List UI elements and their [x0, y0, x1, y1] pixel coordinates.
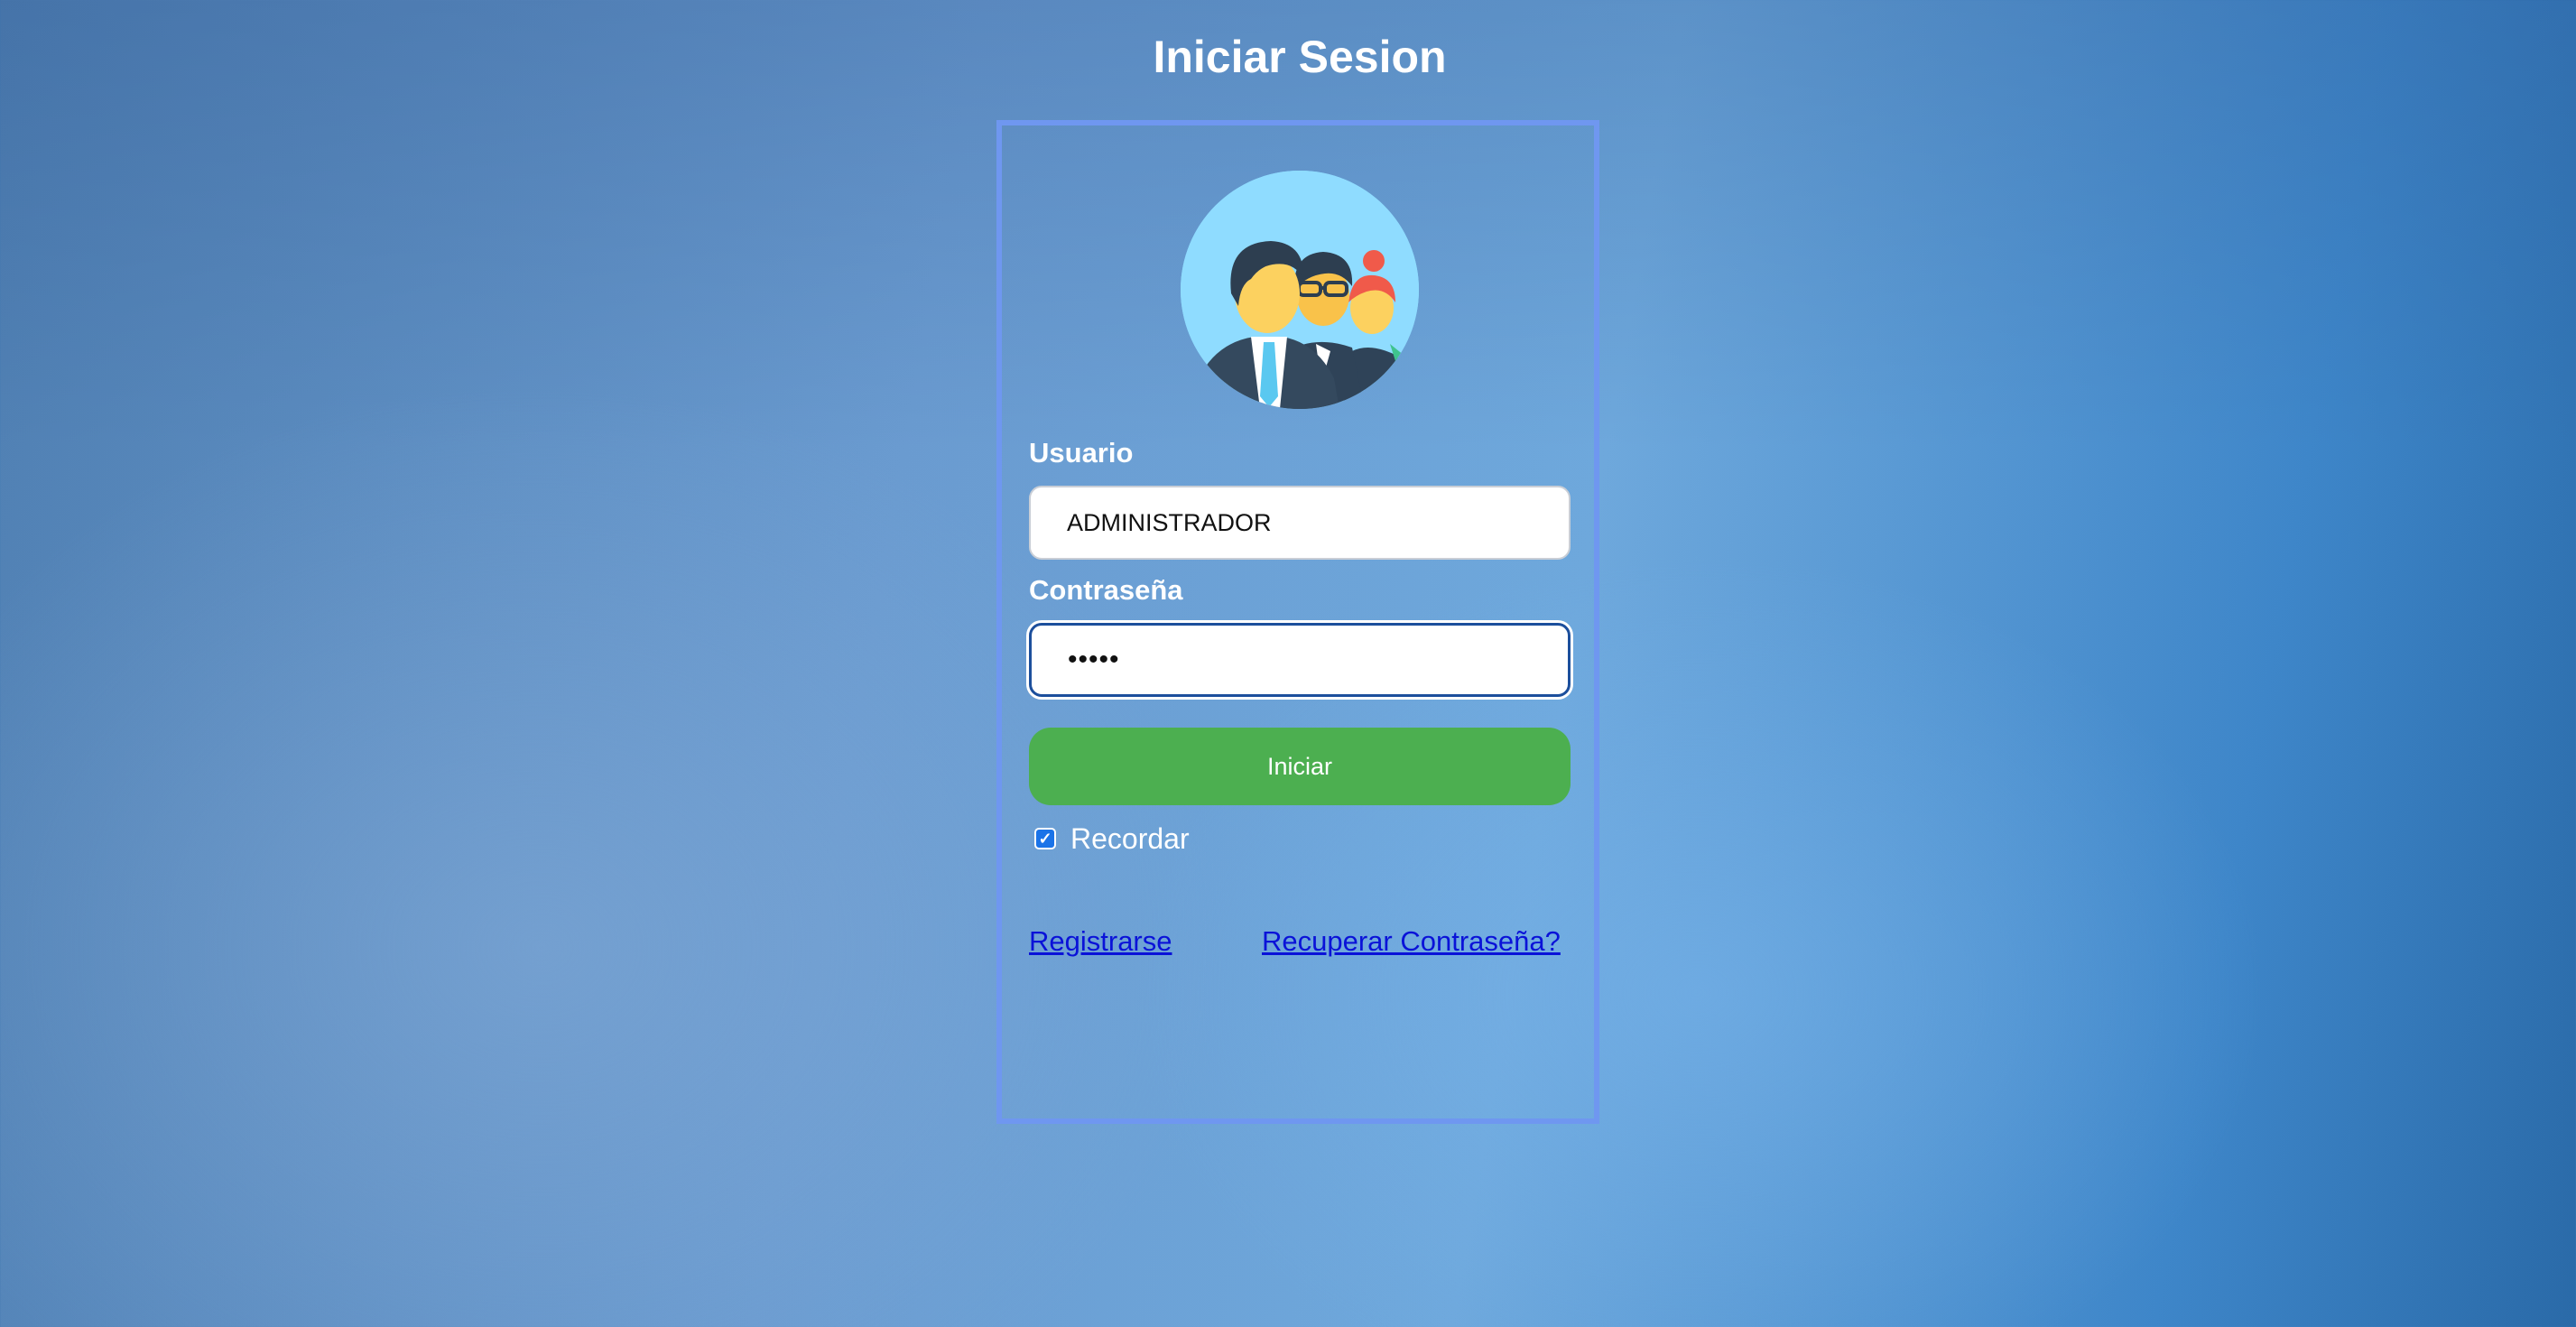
register-link[interactable]: Registrarse — [1029, 925, 1172, 958]
remember-row: ✓ Recordar — [1034, 822, 1190, 856]
login-submit-button[interactable]: Iniciar — [1029, 728, 1571, 805]
recover-password-link[interactable]: Recuperar Contraseña? — [1262, 925, 1561, 958]
username-label: Usuario — [1029, 437, 1134, 469]
username-input[interactable] — [1029, 486, 1571, 560]
team-avatar-icon — [1181, 171, 1419, 409]
remember-label[interactable]: Recordar — [1070, 822, 1190, 856]
remember-checkbox[interactable]: ✓ — [1034, 828, 1056, 849]
password-input[interactable] — [1029, 623, 1571, 697]
password-label: Contraseña — [1029, 574, 1183, 606]
page-title: Iniciar Sesion — [1153, 32, 1447, 82]
